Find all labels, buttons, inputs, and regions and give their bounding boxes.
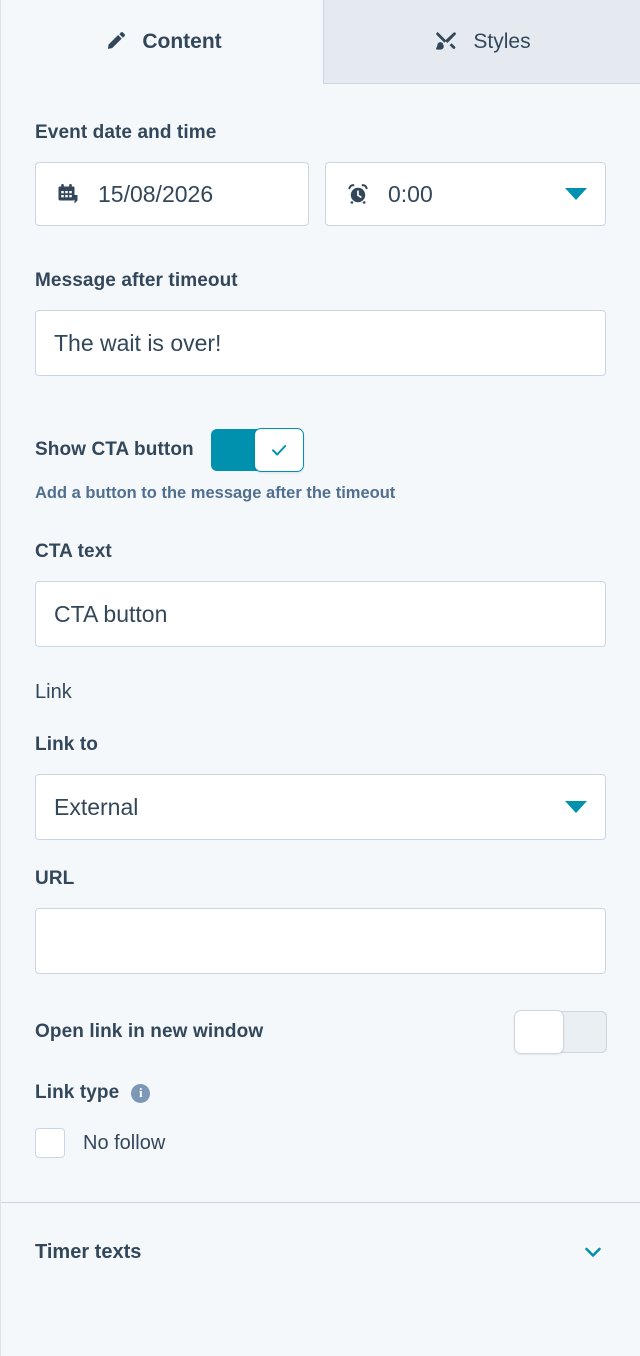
show-cta-button-group: Show CTA button Add a button to the mess…: [35, 429, 606, 503]
alarm-clock-icon: [344, 180, 372, 208]
cta-text-label: CTA text: [35, 541, 112, 562]
caret-down-icon: [565, 188, 587, 200]
link-to-value: External: [54, 793, 139, 820]
event-date-value: 15/08/2026: [98, 180, 214, 207]
tab-styles-label: Styles: [473, 29, 531, 53]
show-cta-button-helper: Add a button to the message after the ti…: [35, 484, 396, 502]
show-cta-button-label: Show CTA button: [35, 439, 194, 460]
pencil-icon: [102, 29, 128, 55]
paintbrush-icon: [433, 29, 459, 55]
tab-content[interactable]: Content: [1, 0, 323, 84]
link-to-label: Link to: [35, 734, 98, 755]
no-follow-label: No follow: [83, 1131, 166, 1154]
link-type-row: Link type i: [35, 1082, 606, 1104]
chevron-down-icon[interactable]: [580, 1239, 606, 1265]
info-icon[interactable]: i: [131, 1083, 151, 1103]
link-to-group: Link to External: [35, 734, 606, 840]
no-follow-checkbox[interactable]: [35, 1128, 65, 1158]
event-time-select[interactable]: 0:00: [325, 162, 606, 226]
link-to-select[interactable]: External: [35, 774, 606, 840]
tab-styles[interactable]: Styles: [323, 0, 640, 84]
timer-settings-panel: Content Styles Event date and time 15/08…: [0, 0, 640, 1356]
url-label: URL: [35, 868, 75, 889]
open-new-window-label: Open link in new window: [35, 1021, 264, 1042]
event-date-input[interactable]: 15/08/2026: [35, 162, 309, 226]
calendar-icon: [54, 180, 82, 208]
cta-text-input[interactable]: CTA button: [35, 581, 606, 647]
cta-text-value: CTA button: [54, 600, 168, 627]
open-new-window-row: Open link in new window: [35, 1011, 606, 1053]
show-cta-button-toggle[interactable]: [211, 429, 303, 471]
message-after-timeout-value: The wait is over!: [54, 329, 222, 356]
event-datetime-group: Event date and time 15/08/2026 0:00: [35, 122, 606, 226]
url-input[interactable]: [35, 908, 606, 974]
event-datetime-label: Event date and time: [35, 122, 217, 143]
cta-text-group: CTA text CTA button: [35, 541, 606, 647]
timer-texts-accordion[interactable]: Timer texts: [1, 1203, 640, 1301]
message-after-timeout-label: Message after timeout: [35, 270, 238, 291]
link-section-heading: Link: [35, 681, 72, 703]
message-after-timeout-group: Message after timeout The wait is over!: [35, 270, 606, 376]
event-time-value: 0:00: [388, 180, 433, 207]
no-follow-row[interactable]: No follow: [35, 1128, 606, 1158]
event-datetime-row: 15/08/2026 0:00: [35, 162, 606, 226]
toggle-knob: [515, 1011, 563, 1053]
check-icon: [271, 445, 286, 456]
toggle-knob: [254, 429, 303, 471]
tab-content-label: Content: [142, 29, 222, 53]
url-group: URL: [35, 868, 606, 974]
caret-down-icon: [565, 801, 587, 813]
link-type-group: Link type i No follow: [35, 1082, 606, 1158]
link-type-label: Link type: [35, 1082, 120, 1103]
show-cta-button-row: Show CTA button: [35, 429, 606, 471]
tab-bar: Content Styles: [1, 0, 640, 84]
message-after-timeout-input[interactable]: The wait is over!: [35, 310, 606, 376]
timer-texts-title: Timer texts: [35, 1240, 142, 1263]
open-new-window-toggle[interactable]: [515, 1011, 606, 1053]
settings-body: Event date and time 15/08/2026 0:00 Mess…: [1, 122, 640, 1158]
